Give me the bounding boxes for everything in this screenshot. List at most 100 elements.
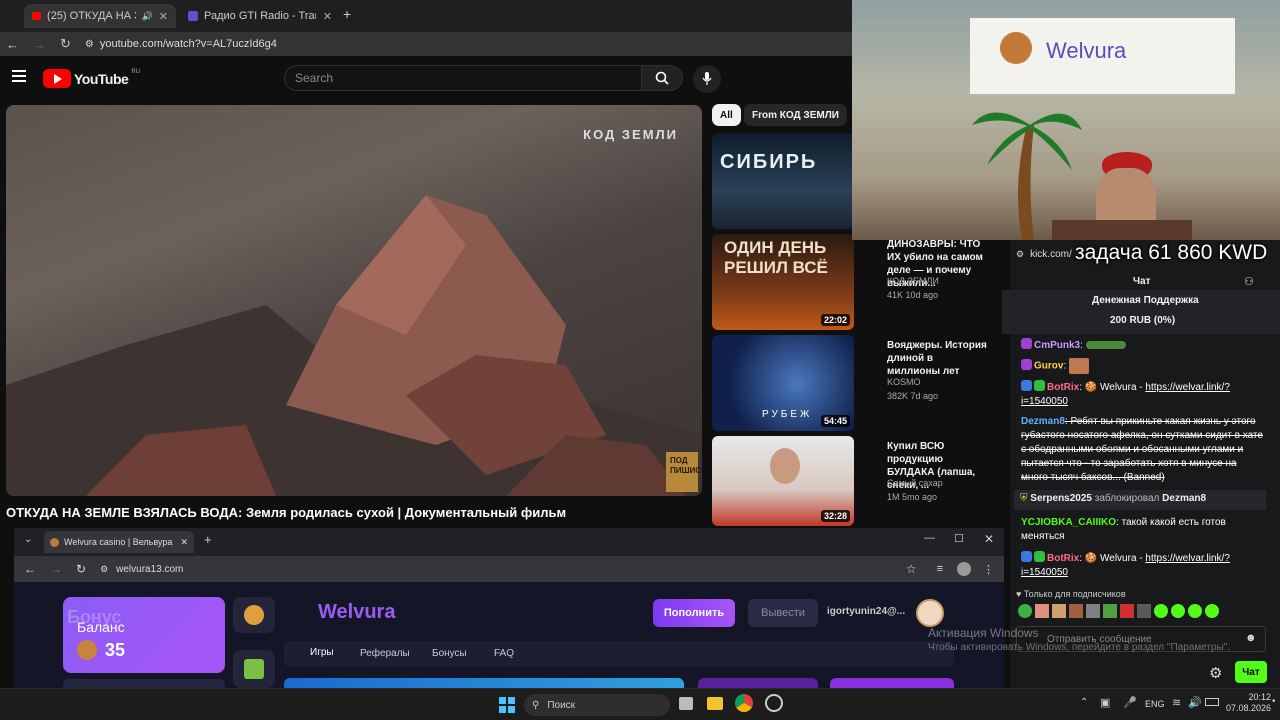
back-icon[interactable]: ← (6, 37, 19, 52)
chat-settings-gear-icon[interactable]: ⚙ (1209, 664, 1222, 682)
back-icon[interactable]: ← (24, 562, 36, 576)
chat-user[interactable]: BotRix (1047, 553, 1079, 564)
file-explorer-icon[interactable] (707, 697, 723, 710)
address-bar: ← → ↻ ⚙ youtube.com/watch?v=AL7uczId6g4 (0, 32, 852, 56)
user-avatar[interactable] (916, 599, 944, 627)
tab-list-icon[interactable]: ⌄ (24, 534, 32, 545)
topup-button[interactable]: Пополнить (653, 599, 735, 627)
tray-mic-icon[interactable]: 🎤 (1123, 696, 1137, 709)
youtube-logo[interactable]: YouTube RU (43, 69, 140, 88)
chat-user[interactable]: Gurov (1034, 361, 1063, 372)
tab-label: Радио GTI Radio - Trance - слу... (204, 10, 316, 22)
start-button-icon[interactable] (499, 697, 515, 713)
welvura-logo[interactable]: Welvura (318, 601, 395, 624)
reload-icon[interactable]: ↻ (60, 36, 71, 52)
new-tab-button[interactable]: + (204, 532, 212, 547)
emoji-picker-icon[interactable]: ☻ (1245, 632, 1257, 644)
volume-icon[interactable]: 🔊 (1188, 696, 1202, 709)
tab-radio[interactable]: Радио GTI Radio - Trance - слу... ✕ (180, 4, 340, 28)
chat-user[interactable]: BotRix (1047, 382, 1079, 393)
new-tab-button[interactable]: + (343, 6, 351, 22)
emote-icon[interactable] (1205, 604, 1219, 618)
dice-button[interactable] (233, 650, 275, 688)
url-text[interactable]: welvura13.com (116, 564, 183, 575)
recommendation-2[interactable]: ОДИН ДЕНЬ РЕШИЛ ВСЁ 22:02 ДИНОЗАВРЫ: ЧТО… (712, 234, 1012, 332)
url-text[interactable]: youtube.com/watch?v=AL7uczId6g4 (100, 38, 277, 50)
tab-label: Welvura casino | Вельвура каз... (64, 537, 174, 547)
emote-icon[interactable] (1171, 604, 1185, 618)
menu-kebab-icon[interactable]: ⋮ (983, 563, 994, 576)
chat-text: : (1080, 340, 1083, 351)
taskbar-clock[interactable]: 20:12 07.08.2026 (1226, 692, 1271, 714)
user-email[interactable]: igortyunin24@... (827, 606, 905, 617)
chrome-icon[interactable] (735, 694, 753, 712)
forward-icon[interactable]: → (50, 562, 62, 576)
maximize-button[interactable]: ☐ (954, 532, 964, 545)
game-banner-1[interactable] (284, 678, 684, 688)
tab-youtube[interactable]: (25) ОТКУДА НА ЗЕМЛЕ В... 🔊 ✕ (24, 4, 176, 28)
user-settings-icon[interactable]: ⚇ (1244, 275, 1254, 288)
nav-games[interactable]: Игры (310, 647, 334, 658)
task-view-icon[interactable] (679, 697, 693, 710)
emote-icon[interactable] (1188, 604, 1202, 618)
forward-icon[interactable]: → (33, 37, 46, 52)
close-tab-icon[interactable]: ✕ (323, 10, 332, 23)
tray-chevron-icon[interactable]: ⌃ (1080, 697, 1088, 708)
chat-user[interactable]: Dezman8 (1021, 416, 1065, 427)
nav-referrals[interactable]: Рефералы (360, 648, 410, 659)
taskbar-search[interactable]: ⚲ Поиск (524, 694, 670, 716)
tray-app-icon[interactable]: ▣ (1100, 696, 1110, 709)
chip-from-channel[interactable]: From КОД ЗЕМЛИ (744, 104, 847, 126)
game-banner-3[interactable] (830, 678, 954, 688)
emote-icon[interactable] (1137, 604, 1151, 618)
recommendation-3[interactable]: РУБЕЖ 54:45 Вояджеры. История длиной в м… (712, 335, 1012, 433)
menu-icon[interactable] (12, 70, 26, 82)
banned-user[interactable]: Dezman8 (1162, 493, 1206, 504)
media-icon[interactable]: ≡ (937, 563, 943, 575)
close-window-button[interactable]: ✕ (984, 532, 994, 546)
voice-search-button[interactable] (693, 65, 721, 93)
emote-icon[interactable] (1018, 604, 1032, 618)
cookie-button[interactable] (233, 597, 275, 633)
profile-avatar[interactable] (957, 562, 971, 576)
recommendation-4[interactable]: 32:28 Купил ВСЮ продукцию БУЛДАКА (лапша… (712, 436, 1012, 526)
chat-message: BotRix: 🍪 Welvura - https://welvar.link/… (1021, 551, 1266, 580)
subscribe-corner-badge[interactable]: ПОД ПИШИСЬ (666, 452, 702, 492)
search-input[interactable]: Search (284, 65, 642, 91)
nav-faq[interactable]: FAQ (494, 648, 514, 659)
notification-icon[interactable]: • (1272, 696, 1276, 707)
search-button[interactable] (641, 65, 683, 91)
video-player[interactable]: КОД ЗЕМЛИ ПОД ПИШИСЬ (6, 105, 702, 496)
chat-send-button[interactable]: Чат (1235, 661, 1267, 683)
nav-bonuses[interactable]: Бонусы (432, 648, 467, 659)
emote-icon[interactable] (1052, 604, 1066, 618)
emote-icon[interactable] (1154, 604, 1168, 618)
emote-icon[interactable] (1035, 604, 1049, 618)
emote-icon[interactable] (1120, 604, 1134, 618)
site-info-icon[interactable]: ⚙ (85, 39, 94, 50)
minimize-button[interactable]: — (924, 532, 935, 544)
reload-icon[interactable]: ↻ (76, 562, 86, 576)
obs-icon[interactable] (765, 694, 783, 712)
close-tab-icon[interactable]: ✕ (159, 10, 168, 23)
search-icon (655, 71, 669, 85)
battery-icon[interactable] (1205, 698, 1219, 706)
emote-icon[interactable] (1103, 604, 1117, 618)
kick-url[interactable]: kick.com/ (1030, 249, 1072, 260)
emote-icon[interactable] (1069, 604, 1083, 618)
site-info-icon[interactable]: ⚙ (100, 564, 108, 575)
site-info-icon[interactable]: ⚙ (1016, 249, 1024, 260)
tab-welvura[interactable]: Welvura casino | Вельвура каз... ✕ (44, 531, 194, 553)
wifi-icon[interactable]: ≋ (1172, 696, 1181, 709)
chat-user[interactable]: CmPunk3 (1034, 340, 1080, 351)
chip-all[interactable]: All (712, 104, 741, 126)
taskbar-search-text: Поиск (547, 699, 576, 711)
game-banner-2[interactable] (698, 678, 818, 688)
close-tab-icon[interactable]: ✕ (180, 537, 188, 548)
language-indicator[interactable]: ENG (1145, 699, 1165, 709)
emote-icon[interactable] (1086, 604, 1100, 618)
chat-user[interactable]: Serpens2025 (1030, 493, 1092, 504)
chat-user[interactable]: YCJIOBKA_CAIIIKO (1021, 517, 1116, 528)
bookmark-star-icon[interactable]: ☆ (906, 562, 917, 576)
withdraw-button[interactable]: Вывести (748, 599, 818, 627)
